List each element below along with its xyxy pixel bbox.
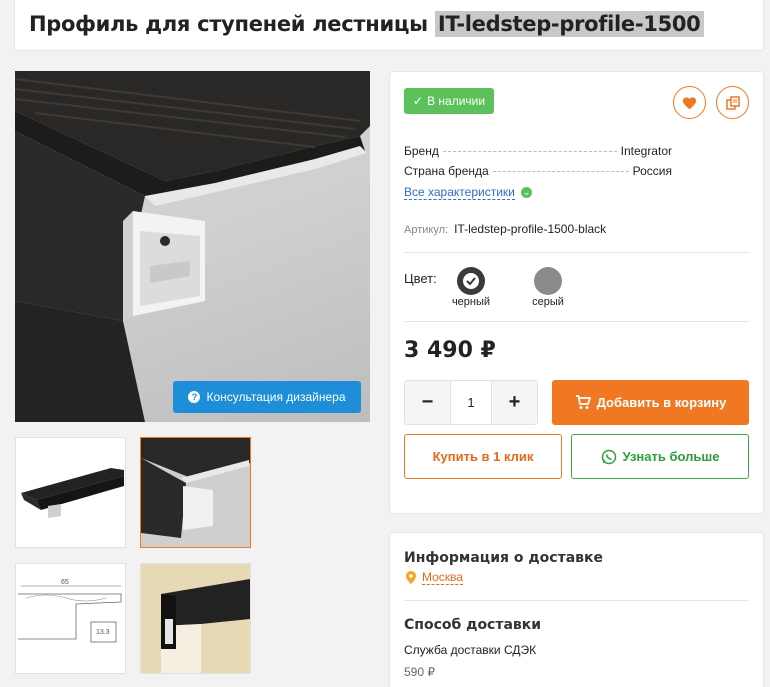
buy-one-click-button[interactable]: Купить в 1 клик: [404, 434, 562, 479]
title-model: IT-ledstep-profile-1500: [434, 11, 704, 37]
thumbnail-4[interactable]: [140, 563, 251, 674]
question-icon: ?: [188, 391, 201, 403]
qty-minus-button[interactable]: −: [405, 381, 450, 424]
spec-row-country: Страна бренда Россия: [404, 164, 672, 184]
expand-circle-icon[interactable]: ⌄: [521, 187, 532, 198]
cart-icon: [575, 395, 591, 409]
delivery-method-title: Способ доставки: [404, 617, 542, 633]
spec-value: Integrator: [620, 144, 672, 158]
location-pin-icon: [406, 571, 416, 584]
spec-label: Страна бренда: [404, 164, 489, 178]
divider: [404, 600, 749, 601]
sku-value: IT-ledstep-profile-1500-black: [454, 222, 607, 236]
thumb-2-image: [141, 438, 250, 547]
spec-label: Бренд: [404, 144, 439, 158]
quantity-stepper: − 1 +: [404, 380, 538, 425]
thumbnail-2[interactable]: [140, 437, 251, 548]
delivery-city-link[interactable]: Москва: [422, 571, 463, 585]
whatsapp-icon: [601, 449, 616, 464]
spec-row-brand: Бренд Integrator: [404, 144, 672, 164]
compare-button[interactable]: [716, 86, 749, 119]
color-name-gray: серый: [532, 296, 564, 308]
delivery-service: Служба доставки СДЭК: [404, 643, 537, 657]
price: 3 490 ₽: [404, 338, 496, 363]
learn-more-label: Узнать больше: [622, 449, 720, 464]
title-bar: Профиль для ступеней лестницы IT-ledstep…: [14, 0, 764, 51]
page-title: Профиль для ступеней лестницы IT-ledstep…: [29, 11, 704, 37]
all-specs-link[interactable]: Все характеристики: [404, 186, 515, 200]
diagram-dim-bottom: 13.3: [96, 629, 110, 636]
heart-icon: [682, 96, 697, 109]
color-swatch-black[interactable]: [457, 267, 485, 295]
specs-list: Бренд Integrator Страна бренда Россия: [404, 144, 672, 184]
color-label: Цвет:: [404, 271, 437, 286]
delivery-card: Информация о доставке Москва Способ дост…: [389, 532, 764, 687]
sku-label: Артикул:: [404, 224, 449, 236]
qty-input[interactable]: 1: [450, 381, 492, 424]
color-swatch-gray[interactable]: [534, 267, 562, 295]
profile-photo-illustration: [15, 71, 370, 422]
add-to-cart-label: Добавить в корзину: [596, 395, 727, 410]
add-to-cart-button[interactable]: Добавить в корзину: [552, 380, 749, 425]
designer-consult-button[interactable]: ? Консультация дизайнера: [173, 381, 361, 413]
availability-badge: ✓ В наличии: [404, 88, 495, 114]
thumbnail-1[interactable]: [15, 437, 126, 548]
check-icon: ✓: [413, 94, 424, 108]
learn-more-button[interactable]: Узнать больше: [571, 434, 749, 479]
availability-label: В наличии: [427, 94, 486, 108]
color-name-black: черный: [451, 296, 491, 308]
consult-label: Консультация дизайнера: [206, 390, 346, 404]
product-info-card: ✓ В наличии Бренд Integrator Страна брен…: [389, 71, 764, 514]
diagram-dim-top: 65: [61, 579, 69, 586]
thumb-4-image: [141, 564, 250, 673]
favorite-button[interactable]: [673, 86, 706, 119]
main-product-photo[interactable]: [15, 71, 370, 422]
delivery-service-price: 590 ₽: [404, 665, 435, 679]
spec-dots: [492, 171, 629, 172]
qty-plus-button[interactable]: +: [492, 381, 537, 424]
buy-one-click-label: Купить в 1 клик: [432, 449, 534, 464]
check-icon: [463, 273, 479, 289]
thumbnail-3[interactable]: 65 13.3: [15, 563, 126, 674]
thumb-3-image: 65 13.3: [18, 579, 122, 643]
spec-value: Россия: [632, 164, 672, 178]
compare-icon: [725, 95, 740, 110]
sku-line: Артикул: IT-ledstep-profile-1500-black: [404, 222, 606, 236]
delivery-title: Информация о доставке: [404, 550, 603, 566]
thumb-1-image: [21, 468, 124, 518]
divider: [404, 321, 749, 322]
spec-dots: [442, 151, 617, 152]
divider: [404, 252, 749, 253]
title-main: Профиль для ступеней лестницы: [29, 12, 428, 36]
